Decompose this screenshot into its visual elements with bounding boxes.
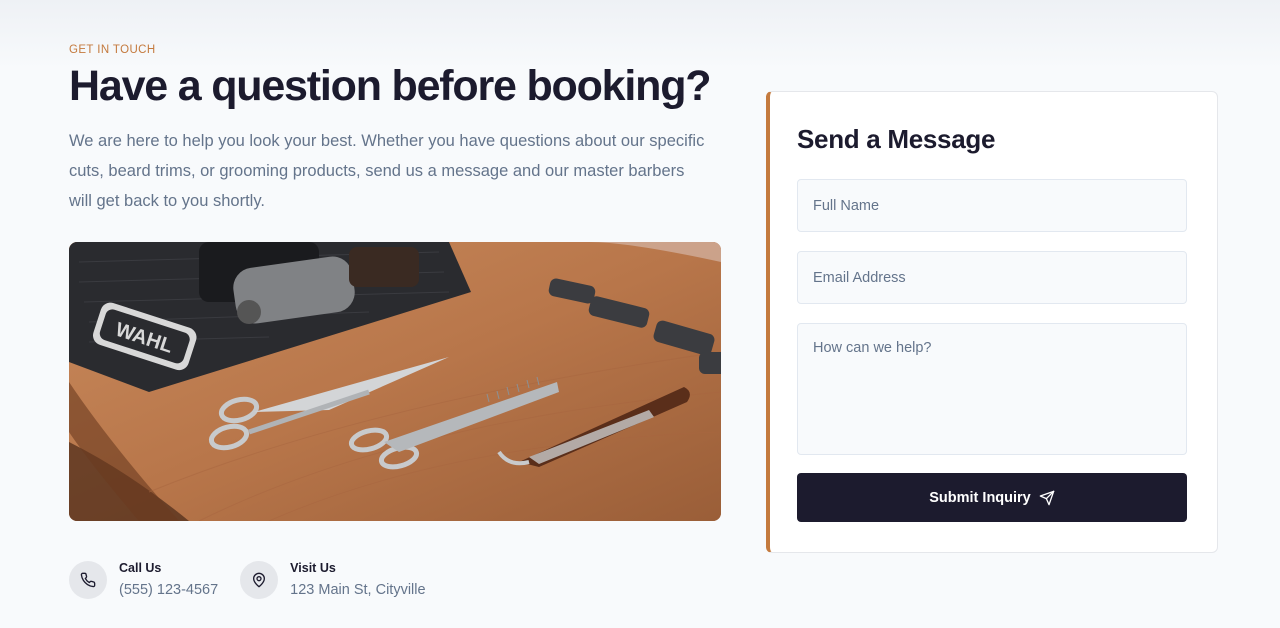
full-name-input[interactable] <box>797 179 1187 232</box>
intro-paragraph: We are here to help you look your best. … <box>69 132 705 210</box>
form-title: Send a Message <box>797 124 996 154</box>
map-pin-icon <box>240 561 279 599</box>
submit-button-label: Submit Inquiry <box>929 489 1031 506</box>
street-address: 123 Main St, Cityville <box>290 582 426 598</box>
phone-number: (555) 123-4567 <box>119 582 219 598</box>
message-textarea[interactable] <box>797 323 1187 455</box>
contact-form-card: Send a Message Submit Inquiry <box>766 91 1218 553</box>
contact-intro: GET IN TOUCH Have a question before book… <box>69 44 721 216</box>
barber-tools-photo: WAHL <box>69 242 721 521</box>
contact-address: Visit Us 123 Main St, Cityville <box>240 561 426 599</box>
contact-phone-label: Call Us <box>119 561 162 575</box>
contact-phone: Call Us (555) 123-4567 <box>69 561 218 599</box>
contact-details: Call Us (555) 123-4567 Visit Us 123 Main… <box>69 561 426 599</box>
email-input[interactable] <box>797 251 1187 304</box>
contact-address-label: Visit Us <box>290 561 336 575</box>
submit-inquiry-button[interactable]: Submit Inquiry <box>797 473 1187 522</box>
phone-icon <box>69 561 107 599</box>
eyebrow-label: GET IN TOUCH <box>69 44 156 56</box>
page-title: Have a question before booking? <box>69 62 712 110</box>
send-icon <box>1039 490 1055 505</box>
